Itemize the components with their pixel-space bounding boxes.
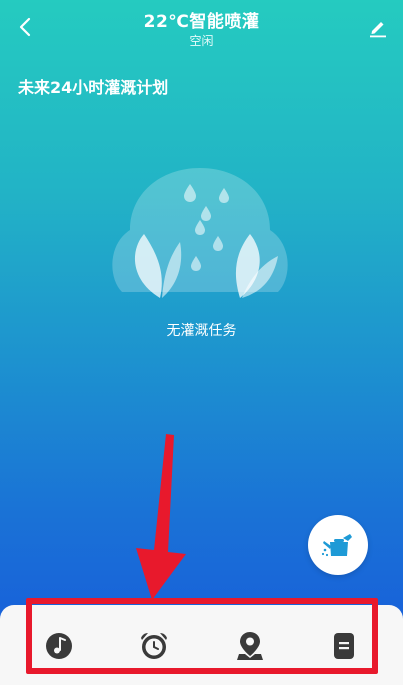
red-highlight-box-annotation xyxy=(26,598,378,674)
device-status: 空闲 xyxy=(189,34,214,48)
plant-rain-illustration xyxy=(112,168,288,298)
watering-fab-button[interactable] xyxy=(308,515,368,575)
watering-can-icon xyxy=(321,534,352,557)
red-arrow-annotation xyxy=(136,434,186,600)
section-title: 未来24小时灌溉计划 xyxy=(18,78,169,97)
header: 22℃智能喷灌 空闲 xyxy=(0,0,403,58)
edit-button[interactable] xyxy=(363,12,393,42)
empty-state-text: 无灌溉任务 xyxy=(166,323,237,339)
pencil-icon xyxy=(370,22,386,38)
page-title: 22℃智能喷灌 xyxy=(143,12,260,32)
